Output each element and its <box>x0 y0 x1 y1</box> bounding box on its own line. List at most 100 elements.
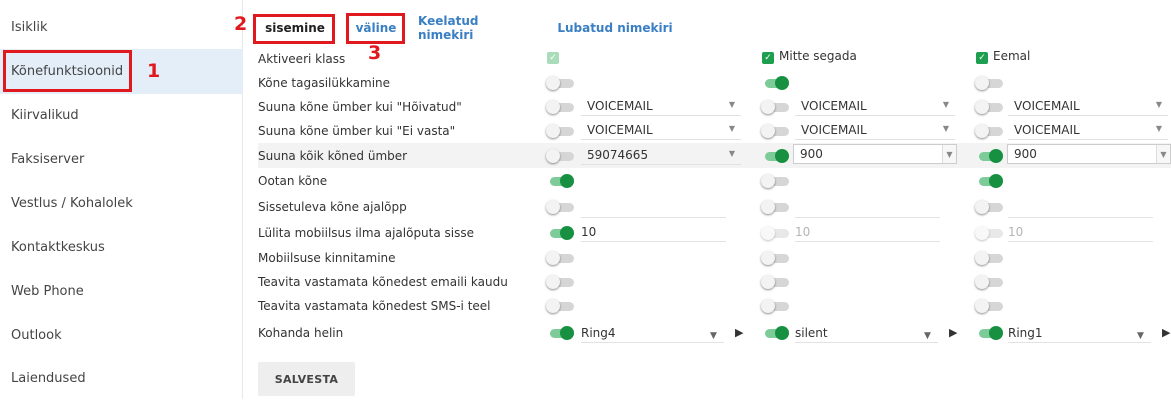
select-all-2[interactable]: 900 ▼ <box>1007 144 1171 164</box>
toggle-ring-1[interactable] <box>761 326 790 340</box>
toggle-email-1[interactable] <box>761 275 790 289</box>
toggle-waiting-0[interactable] <box>546 174 575 188</box>
ringtone-select-1[interactable]: silent <box>795 323 938 343</box>
sidebar-item-label: Faksiserver <box>11 152 85 167</box>
toggle-timeout-2[interactable] <box>975 200 1004 214</box>
sidebar-item-web-phone[interactable]: Web Phone <box>0 269 243 314</box>
sidebar-item-isiklik[interactable]: Isiklik <box>0 5 243 50</box>
chevron-down-icon: ▼ <box>728 100 735 109</box>
select-value: 900 <box>1014 147 1037 161</box>
chevron-down-icon: ▼ <box>1137 331 1144 341</box>
sidebar-item-faksiserver[interactable]: Faksiserver <box>0 137 243 182</box>
toggle-busy-2[interactable] <box>975 100 1004 114</box>
chevron-down-icon: ▼ <box>1156 145 1170 163</box>
toggle-sms-2[interactable] <box>975 299 1004 313</box>
tab-valine[interactable]: väline <box>349 15 403 41</box>
select-busy-2[interactable]: VOICEMAIL ▼ <box>1008 96 1168 116</box>
toggle-mobconfirm-0[interactable] <box>546 251 575 265</box>
row-label: Ootan kõne <box>258 173 328 188</box>
ringtone-select-0[interactable]: Ring4 <box>581 323 724 343</box>
timeout-field-0[interactable] <box>581 198 726 218</box>
sidebar-item-outlook[interactable]: Outlook <box>0 313 243 358</box>
toggle-rejection-1[interactable] <box>761 76 790 90</box>
chevron-down-icon: ▼ <box>942 145 956 163</box>
tab-keelatud-nimekiri[interactable]: Keelatud nimekiri <box>418 14 538 42</box>
toggle-mobility-1[interactable] <box>761 226 790 240</box>
ringtone-select-2[interactable]: Ring1 <box>1008 323 1151 343</box>
sidebar-item-laiendused[interactable]: Laiendused <box>0 356 243 401</box>
sidebar-item-kontaktkeskus[interactable]: Kontaktkeskus <box>0 225 243 270</box>
toggle-rejection-2[interactable] <box>975 76 1004 90</box>
toggle-ring-0[interactable] <box>546 326 575 340</box>
toggle-busy-1[interactable] <box>761 100 790 114</box>
toggle-noanswer-1[interactable] <box>761 124 790 138</box>
toggle-mobility-2[interactable] <box>975 226 1004 240</box>
toggle-all-1[interactable] <box>761 149 790 163</box>
row-label: Aktiveeri klass <box>258 51 346 66</box>
chevron-down-icon: ▼ <box>924 331 931 341</box>
toggle-all-2[interactable] <box>975 149 1004 163</box>
toggle-email-2[interactable] <box>975 275 1004 289</box>
checkbox-eemal[interactable]: ✓ <box>976 52 988 64</box>
annotation-number-1: 1 <box>147 60 161 82</box>
save-button[interactable]: SALVESTA <box>258 362 355 396</box>
row-notify-email: Teavita vastamata kõnedest emaili kaudu <box>258 269 1171 294</box>
row-label: Suuna kõik kõned ümber <box>258 148 408 163</box>
toggle-noanswer-2[interactable] <box>975 124 1004 138</box>
toggle-mobconfirm-1[interactable] <box>761 251 790 265</box>
toggle-email-0[interactable] <box>546 275 575 289</box>
play-icon[interactable]: ▶ <box>735 326 743 339</box>
select-busy-0[interactable]: VOICEMAIL ▼ <box>581 96 741 116</box>
timeout-field-2[interactable] <box>1008 198 1153 218</box>
row-label: Suuna kõne ümber kui "Ei vasta" <box>258 123 456 138</box>
column-header-mitte-segada: Mitte segada <box>779 49 857 63</box>
play-icon[interactable]: ▶ <box>949 326 957 339</box>
tab-sisemine[interactable]: sisemine <box>258 15 332 41</box>
mobility-input-2[interactable]: 10 <box>1008 222 1153 242</box>
toggle-sms-0[interactable] <box>546 299 575 313</box>
row-notify-sms: Teavita vastamata kõnedest SMS-i teel <box>258 293 1171 318</box>
toggle-waiting-2[interactable] <box>975 174 1004 188</box>
tab-label: sisemine <box>265 21 325 35</box>
toggle-noanswer-0[interactable] <box>546 124 575 138</box>
toggle-busy-0[interactable] <box>546 100 575 114</box>
annotation-box-1 <box>3 50 132 92</box>
chevron-down-icon: ▼ <box>942 124 949 133</box>
tab-lubatud-nimekiri[interactable]: Lubatud nimekiri <box>556 15 674 41</box>
sidebar-item-label: Kontaktkeskus <box>11 240 105 255</box>
select-noanswer-0[interactable]: VOICEMAIL ▼ <box>581 120 741 140</box>
select-value: VOICEMAIL <box>801 98 867 113</box>
select-value: VOICEMAIL <box>1014 98 1080 113</box>
sidebar-item-vestlus[interactable]: Vestlus / Kohalolek <box>0 181 243 226</box>
select-busy-1[interactable]: VOICEMAIL ▼ <box>795 96 955 116</box>
mobility-input-1[interactable]: 10 <box>795 222 940 242</box>
row-label: Lülita mobiilsus ilma ajalõputa sisse <box>258 225 475 240</box>
row-ootan-kone: Ootan kõne <box>258 168 1171 193</box>
select-noanswer-2[interactable]: VOICEMAIL ▼ <box>1008 120 1168 140</box>
select-noanswer-1[interactable]: VOICEMAIL ▼ <box>795 120 955 140</box>
checkbox-mitte-segada[interactable]: ✓ <box>762 52 774 64</box>
row-label: Mobiilsuse kinnitamine <box>258 250 396 265</box>
tab-label: väline <box>355 21 397 35</box>
toggle-sms-1[interactable] <box>761 299 790 313</box>
select-all-0[interactable]: 59074665 ▼ <box>581 145 741 165</box>
toggle-mobility-0[interactable] <box>546 226 575 240</box>
tab-label: Keelatud nimekiri <box>418 14 479 42</box>
toggle-waiting-1[interactable] <box>761 174 790 188</box>
play-icon[interactable]: ▶ <box>1162 326 1170 339</box>
toggle-rejection-0[interactable] <box>546 76 575 90</box>
mobility-input-0[interactable]: 10 <box>581 222 726 242</box>
timeout-field-1[interactable] <box>795 198 940 218</box>
toggle-timeout-0[interactable] <box>546 200 575 214</box>
select-all-1[interactable]: 900 ▼ <box>793 144 957 164</box>
toggle-ring-2[interactable] <box>975 326 1004 340</box>
select-value: VOICEMAIL <box>587 122 653 137</box>
toggle-mobconfirm-2[interactable] <box>975 251 1004 265</box>
row-label: Kohanda helin <box>258 325 344 340</box>
select-value: VOICEMAIL <box>587 98 653 113</box>
toggle-timeout-1[interactable] <box>761 200 790 214</box>
toggle-all-0[interactable] <box>546 149 575 163</box>
row-label: Teavita vastamata kõnedest SMS-i teel <box>258 298 491 313</box>
checkbox-active-class-default[interactable]: ✓ <box>547 52 559 64</box>
sidebar-item-kiirvalikud[interactable]: Kiirvalikud <box>0 93 243 138</box>
